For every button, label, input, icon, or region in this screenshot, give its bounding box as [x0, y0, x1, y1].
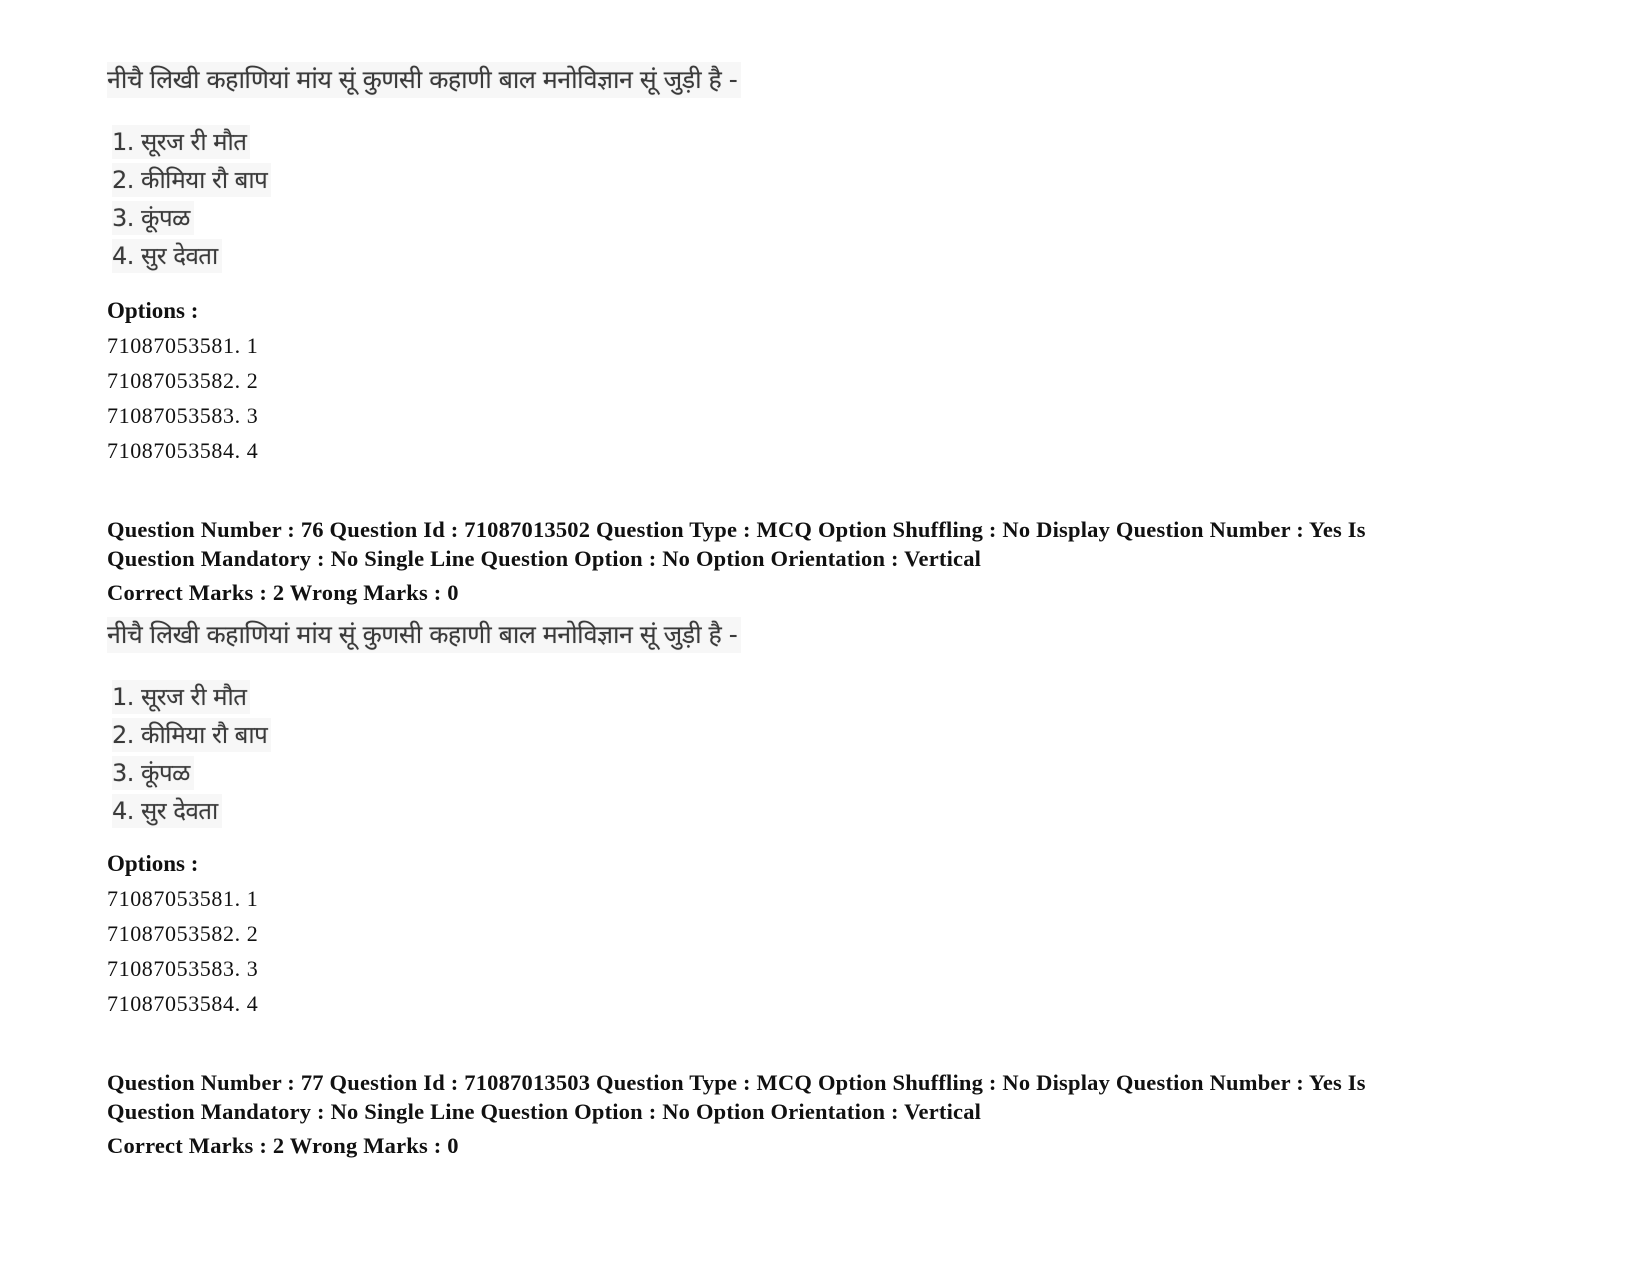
question-text: नीचै लिखी कहाणियां मांय सूं कुणसी कहाणी …: [107, 62, 742, 98]
question-marks: Correct Marks : 2 Wrong Marks : 0: [107, 1133, 459, 1158]
question-text: नीचै लिखी कहाणियां मांय सूं कुणसी कहाणी …: [107, 617, 742, 653]
options-label: Options :: [107, 851, 199, 876]
question-header-line1: Question Number : 76 Question Id : 71087…: [107, 517, 1366, 542]
question-list-item: 3. कूंपळ: [112, 201, 194, 235]
question-header-line2: Question Mandatory : No Single Line Ques…: [107, 546, 982, 571]
question-header-line1: Question Number : 77 Question Id : 71087…: [107, 1070, 1366, 1095]
question-list-item: 2. कीमिया रौ बाप: [112, 718, 272, 752]
option-row: 71087053584. 4: [107, 438, 259, 463]
question-header-line2: Question Mandatory : No Single Line Ques…: [107, 1099, 982, 1124]
option-row: 71087053581. 1: [107, 333, 259, 358]
question-list-item: 1. सूरज री मौत: [112, 125, 251, 159]
option-row: 71087053583. 3: [107, 403, 259, 428]
question-list-item: 4. सुर देवता: [112, 794, 222, 828]
question-list-item: 4. सुर देवता: [112, 239, 222, 273]
option-row: 71087053581. 1: [107, 886, 259, 911]
options-label: Options :: [107, 298, 199, 323]
question-list-item: 2. कीमिया रौ बाप: [112, 163, 272, 197]
question-list-item: 3. कूंपळ: [112, 756, 194, 790]
option-row: 71087053584. 4: [107, 991, 259, 1016]
option-row: 71087053583. 3: [107, 956, 259, 981]
question-marks: Correct Marks : 2 Wrong Marks : 0: [107, 580, 459, 605]
option-row: 71087053582. 2: [107, 921, 259, 946]
option-row: 71087053582. 2: [107, 368, 259, 393]
question-list-item: 1. सूरज री मौत: [112, 680, 251, 714]
